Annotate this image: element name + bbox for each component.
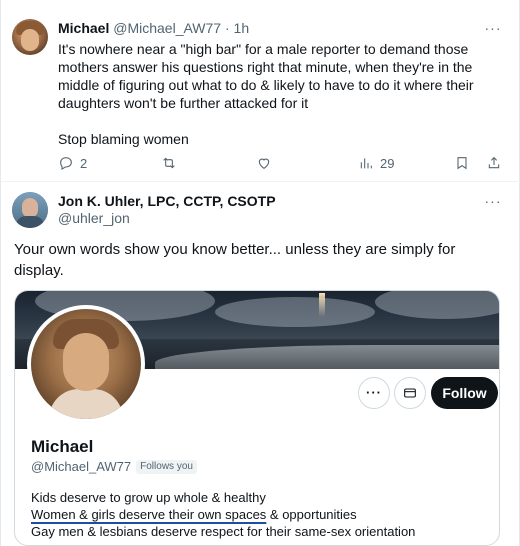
banner-cloud	[375, 291, 499, 319]
profile-more-button[interactable]: ···	[358, 377, 390, 409]
bio-highlight: Women & girls deserve their own spaces	[31, 507, 267, 522]
tweet-header: Michael @Michael_AW77 · 1h	[58, 20, 249, 37]
profile-avatar[interactable]	[27, 305, 145, 423]
views-button[interactable]: 29	[358, 154, 394, 172]
avatar-face	[21, 29, 39, 51]
thread-container: Michael @Michael_AW77 · 1h ··· It's nowh…	[0, 0, 520, 546]
tweet-actions: 2 29	[58, 154, 504, 172]
tweet-text: Your own words show you know better... u…	[14, 241, 456, 279]
author-name[interactable]: Jon K. Uhler, LPC, CCTP, CSOTP	[58, 193, 276, 209]
like-icon	[258, 158, 270, 169]
retweet-button[interactable]	[161, 154, 177, 172]
profile-card[interactable]: ··· Follow Michael @Michael_AW77 Follows…	[14, 290, 500, 546]
follow-button[interactable]: Follow	[431, 377, 498, 409]
profile-bio: Kids deserve to grow up whole & healthy …	[31, 489, 491, 540]
tweet-paragraph: It's nowhere near a "high bar" for a mal…	[58, 41, 474, 111]
profile-handle[interactable]: @Michael_AW77	[31, 459, 131, 475]
profile-photo	[31, 309, 141, 419]
reply-button[interactable]: 2	[58, 154, 87, 172]
tweet-michael[interactable]: Michael @Michael_AW77 · 1h ··· It's nowh…	[1, 0, 520, 182]
author-handle[interactable]: @uhler_jon	[58, 210, 130, 227]
timestamp[interactable]: 1h	[234, 20, 250, 36]
tweet-text: It's nowhere near a "high bar" for a mal…	[58, 40, 508, 148]
author-name[interactable]: Michael	[58, 20, 109, 36]
bookmark-button[interactable]	[454, 154, 470, 172]
tweet-paragraph: Stop blaming women	[58, 131, 189, 147]
reply-icon	[60, 157, 72, 170]
bookmark-icon	[457, 157, 467, 170]
retweet-icon	[163, 157, 175, 169]
photo-shoulders	[49, 389, 123, 419]
reply-count: 2	[80, 155, 88, 171]
avatar-face	[22, 198, 38, 218]
follows-you-badge: Follows you	[136, 460, 197, 474]
message-button[interactable]	[394, 377, 426, 409]
photo-face	[63, 333, 109, 391]
envelope-icon	[404, 388, 416, 398]
profile-handle-row: @Michael_AW77 Follows you	[31, 459, 197, 475]
views-count: 29	[380, 155, 395, 171]
bio-line: Women & girls deserve their own spaces &…	[31, 506, 491, 523]
more-icon: ···	[366, 385, 382, 400]
share-icon	[488, 156, 500, 169]
profile-name[interactable]: Michael	[31, 436, 93, 457]
avatar[interactable]	[12, 19, 48, 55]
share-button[interactable]	[486, 154, 502, 172]
more-options-icon[interactable]: ···	[483, 21, 503, 36]
more-options-icon[interactable]: ···	[483, 194, 503, 209]
bio-line: Kids deserve to grow up whole & healthy	[31, 490, 266, 505]
author-handle[interactable]: @Michael_AW77	[113, 20, 221, 36]
bio-line: Gay men & lesbians deserve respect for t…	[31, 524, 416, 539]
bio-text: & opportunities	[266, 507, 357, 522]
avatar-shirt	[16, 216, 44, 228]
views-icon	[360, 158, 372, 169]
banner-cloud	[215, 297, 375, 327]
banner-light	[319, 293, 325, 317]
avatar[interactable]	[12, 192, 48, 228]
like-button[interactable]	[256, 154, 272, 172]
tweet-header: Jon K. Uhler, LPC, CCTP, CSOTP	[58, 193, 276, 210]
separator-dot: ·	[224, 20, 230, 36]
